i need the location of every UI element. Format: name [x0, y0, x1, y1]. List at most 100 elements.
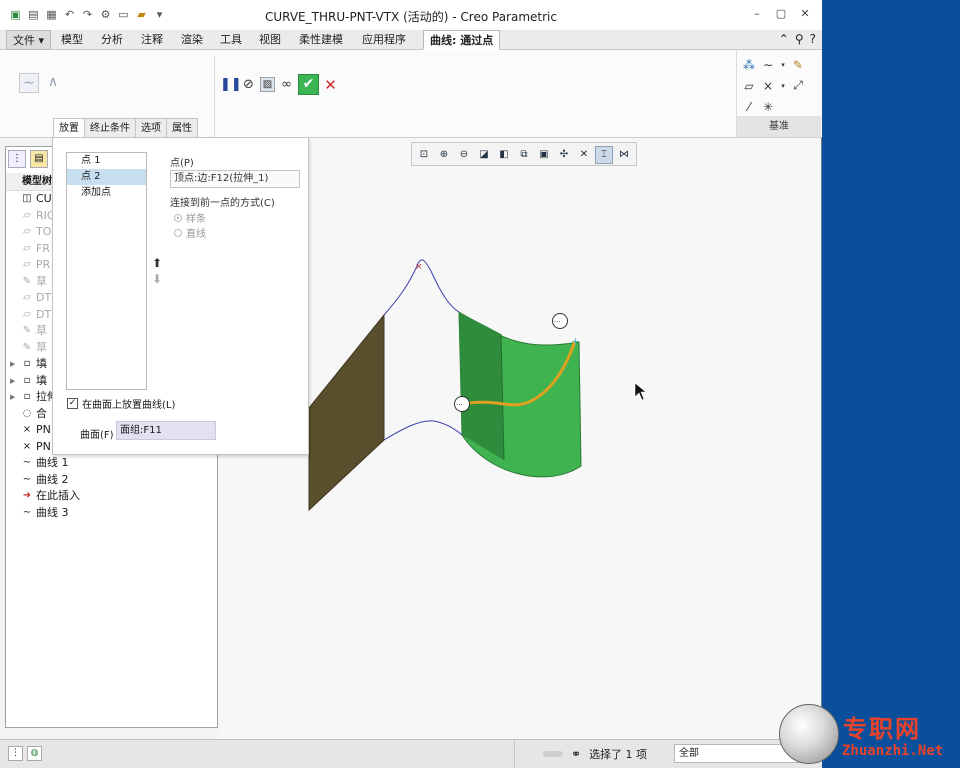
datum-group-label[interactable]: 基准 — [737, 116, 821, 137]
repaint-icon[interactable]: ◪ — [475, 146, 493, 164]
dropdown-icon[interactable]: ▾ — [780, 61, 786, 69]
model-tree-toggle-icon[interactable]: ⋮ — [8, 746, 23, 761]
move-up-icon[interactable]: ⬆ — [152, 256, 162, 270]
tab-flexible-modeling[interactable]: 柔性建模 — [293, 30, 349, 50]
datum-point-icon[interactable]: ⁂ — [742, 58, 756, 72]
display-style-icon[interactable]: ◧ — [495, 146, 513, 164]
model-graphics: × + ··· ··· — [308, 259, 647, 512]
tab-tools[interactable]: 工具 — [214, 30, 248, 50]
tab-properties[interactable]: 属性 — [166, 118, 198, 138]
feature-icon: ∼ — [22, 457, 32, 468]
tree-item[interactable]: ∼ 曲线 2 — [6, 472, 217, 489]
tab-analysis[interactable]: 分析 — [95, 30, 129, 50]
verify-glasses-icon[interactable]: ∞ — [278, 76, 295, 94]
help-icon[interactable]: ? — [810, 32, 816, 46]
preview-geometry-icon[interactable]: ▨ — [260, 77, 275, 92]
maximize-button[interactable]: ▢ — [774, 7, 788, 21]
tab-view[interactable]: 视图 — [253, 30, 287, 50]
placement-panel: 点 1 点 2 添加点 ⬆ ⬇ 点(P) 顶点:边:F12(拉伸_1) 连接到前… — [52, 137, 309, 455]
feature-icon: ∼ — [22, 473, 32, 485]
help-area: ⌃ ⚲ ? — [779, 32, 816, 46]
expand-icon[interactable]: ▶ — [10, 389, 18, 406]
spin-center-icon[interactable]: ⋈ — [615, 146, 633, 164]
expand-icon[interactable]: ▶ — [10, 356, 18, 373]
binoculars-icon[interactable]: ⚭ — [571, 747, 581, 761]
coordinate-system-icon[interactable]: ⤢ — [791, 78, 805, 93]
browser-toggle-icon[interactable]: ◍ — [27, 746, 42, 761]
tab-placement[interactable]: 放置 — [53, 118, 84, 138]
feature-icon: ▱ — [23, 226, 31, 237]
graphics-window[interactable]: × + ··· ··· — [219, 138, 821, 739]
zoom-in-icon[interactable]: ⊕ — [435, 146, 453, 164]
tree-item-label: 曲线 2 — [36, 472, 69, 486]
tree-item-label: DT — [36, 291, 52, 304]
search-icon[interactable]: ⚲ — [795, 32, 804, 46]
place-on-surface-checkbox[interactable]: ✓ 在曲面上放置曲线(L) — [67, 396, 175, 411]
watermark-text-en: Zhuanzhi.Net — [842, 743, 944, 759]
line-curve-icon[interactable]: ∧ — [43, 73, 63, 93]
surface-label: 曲面(F) — [80, 430, 114, 441]
tree-item-label: 合 — [36, 406, 47, 420]
tab-annotate[interactable]: 注释 — [135, 30, 169, 50]
tab-model[interactable]: 模型 — [55, 30, 89, 50]
datum-point-cross-icon[interactable]: × — [761, 79, 775, 93]
checkbox-label: 在曲面上放置曲线(L) — [82, 400, 176, 411]
folder-browser-icon[interactable]: ▤ — [30, 150, 48, 168]
expand-icon[interactable]: ▶ — [10, 373, 18, 390]
tree-item[interactable]: ∼ 曲线 3 — [6, 505, 217, 522]
datum-axis-icon[interactable]: ⁄ — [742, 100, 756, 114]
move-down-icon[interactable]: ⬇ — [152, 272, 162, 286]
pause-icon[interactable]: ❚❚ — [220, 76, 242, 94]
csys-icon[interactable]: ✳ — [761, 100, 775, 114]
spline-curve-icon[interactable]: ∼ — [19, 73, 39, 93]
tree-item-label: 填 — [36, 357, 47, 370]
tree-item-label: PN — [36, 423, 51, 436]
model-tree-icon[interactable]: ⋮ — [8, 150, 26, 168]
minimize-button[interactable]: – — [750, 7, 764, 21]
point-reference-field[interactable]: 顶点:边:F12(拉伸_1) — [170, 170, 300, 188]
tab-file[interactable]: 文件 ▾ — [6, 30, 52, 50]
ok-button[interactable]: ✔ — [298, 74, 319, 95]
tab-curve-through-points[interactable]: 曲线: 通过点 — [423, 30, 501, 50]
tree-item-label: 草 — [36, 340, 47, 354]
no-preview-icon[interactable]: ⊘ — [240, 76, 257, 94]
feature-icon: ∼ — [22, 506, 32, 518]
tab-options[interactable]: 选项 — [135, 118, 166, 138]
bottom-wire-curve — [383, 420, 463, 441]
datum-curve-icon[interactable]: ∼ — [761, 58, 775, 72]
annotation-display-icon[interactable]: ⌶ — [595, 146, 613, 164]
dropdown-icon[interactable]: ▾ — [780, 82, 786, 90]
zoom-out-icon[interactable]: ⊖ — [455, 146, 473, 164]
view-manager-icon[interactable]: ▣ — [535, 146, 553, 164]
radio-line[interactable]: 直线 — [174, 225, 206, 240]
tree-item-label: TO — [36, 225, 52, 238]
feature-icon: × — [22, 424, 32, 435]
close-button[interactable]: ✕ — [798, 7, 812, 21]
watermark-text-cn: 专职网 — [843, 714, 921, 743]
saved-views-icon[interactable]: ⧉ — [515, 146, 533, 164]
radio-spline[interactable]: 样条 — [174, 210, 206, 225]
handle-dots: ··· — [456, 401, 463, 409]
list-item-point-1[interactable]: 点 1 — [67, 153, 146, 169]
sketch-icon[interactable]: ✎ — [791, 58, 805, 72]
dashboard-slideup-tabs: 放置 终止条件 选项 属性 — [53, 118, 198, 138]
datum-plane-icon[interactable]: ▱ — [742, 79, 756, 93]
perspective-icon[interactable]: ✣ — [555, 146, 573, 164]
view-toolbar: ⊡ ⊕ ⊖ ◪ ◧ ⧉ ▣ ✣ ✕ ⌶ ⋈ — [411, 142, 637, 166]
tab-end-condition[interactable]: 终止条件 — [84, 118, 135, 138]
tree-item[interactable]: ➜ 在此插入 — [6, 488, 217, 505]
list-item-point-2[interactable]: 点 2 — [67, 169, 146, 185]
tab-applications[interactable]: 应用程序 — [356, 30, 412, 50]
list-item-add-point[interactable]: 添加点 — [67, 185, 146, 201]
cancel-button[interactable]: ✕ — [322, 76, 339, 94]
status-icons: ⋮ ◍ — [8, 746, 42, 761]
tree-item-label: 填 — [36, 373, 47, 387]
tab-render[interactable]: 渲染 — [175, 30, 209, 50]
vertex-marker: × — [415, 262, 423, 272]
surface-field[interactable]: 面组:F11 — [116, 421, 216, 440]
feature-icon: ▫ — [23, 391, 31, 402]
datum-display-icon[interactable]: ✕ — [575, 146, 593, 164]
tree-item[interactable]: ∼ 曲线 1 — [6, 455, 217, 472]
minimize-ribbon-icon[interactable]: ⌃ — [779, 32, 789, 46]
refit-icon[interactable]: ⊡ — [415, 146, 433, 164]
